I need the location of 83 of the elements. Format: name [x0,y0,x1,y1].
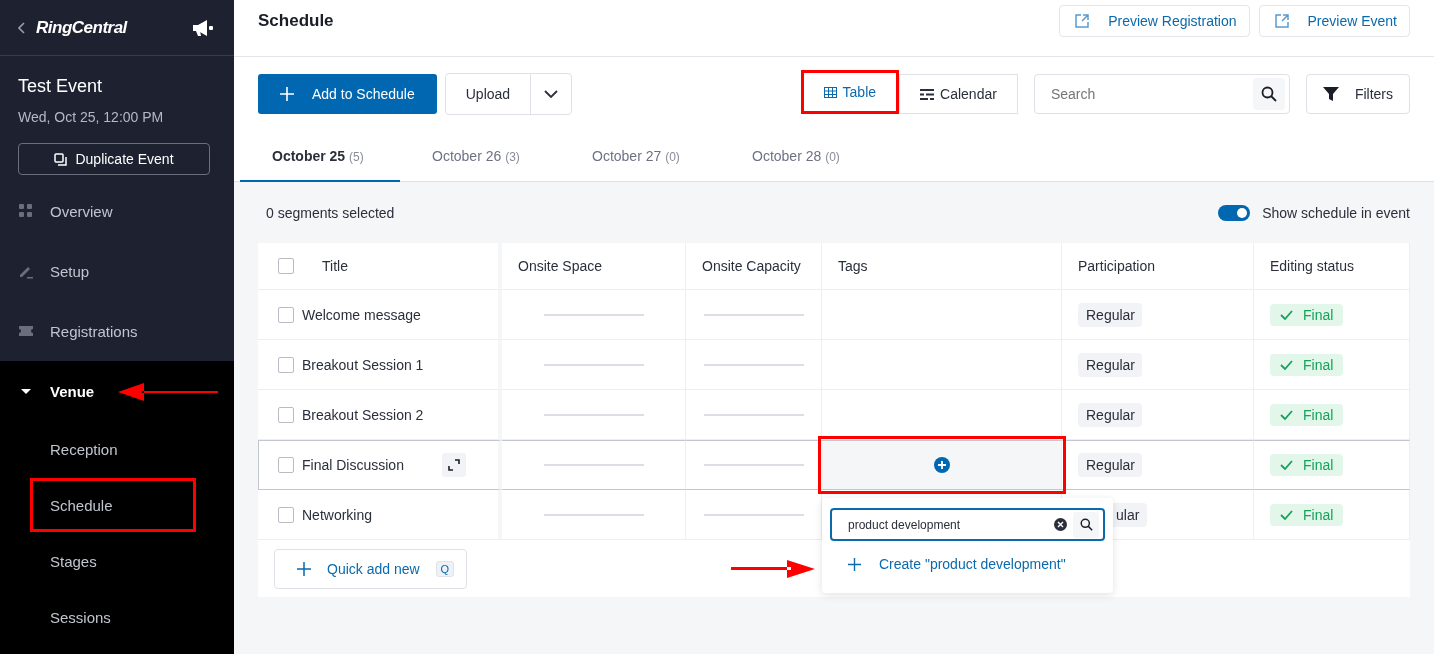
chevron-down-icon [544,90,559,98]
toggle-switch[interactable] [1218,204,1251,221]
quick-add-button[interactable]: Quick add new Q [274,548,468,589]
search-icon [1079,518,1093,531]
plus-icon [848,557,861,571]
selection-summary: 0 segments selected [266,204,395,221]
brand-logo: RingCentral [36,17,127,38]
add-to-schedule-button[interactable]: Add to Schedule [258,74,437,114]
plus-icon [280,87,294,101]
calendar-list-icon [920,88,935,100]
checkbox[interactable] [278,356,294,373]
check-icon [1280,509,1293,520]
row-title: Final Discussion [302,457,404,473]
date-tab[interactable]: October 27 (0) [560,132,720,182]
search-button[interactable] [1252,78,1285,110]
column-header[interactable]: Tags [838,258,868,274]
column-header[interactable]: Editing status [1270,258,1355,274]
external-link-icon [1273,13,1290,29]
event-title: Test Event [18,76,104,97]
status-badge: Final [1270,303,1344,326]
participation-tag: Regular [1078,402,1142,427]
ticket-icon [18,323,34,339]
column-header[interactable]: Onsite Capacity [702,258,801,274]
shortcut-key: Q [435,560,455,577]
date-tab[interactable]: October 26 (3) [400,132,560,182]
expand-button[interactable] [442,453,466,477]
duplicate-event-button[interactable]: Duplicate Event [18,143,210,175]
view-toggle-button[interactable]: Calendar [899,74,1018,114]
add-circle-icon[interactable] [933,457,950,473]
search-icon [1260,86,1277,102]
row-title: Breakout Session 2 [302,406,424,423]
check-icon [1280,359,1293,370]
preview-button[interactable]: Preview Event [1258,5,1410,37]
checkbox[interactable] [278,306,294,323]
table-icon [823,86,837,98]
filters-button[interactable]: Filters [1305,74,1410,114]
preview-button[interactable]: Preview Registration [1059,5,1250,37]
grid-icon [18,203,34,219]
tag-search-field[interactable]: product development [830,508,1105,541]
external-link-icon [1074,13,1091,29]
row-title: Welcome message [302,306,421,323]
participation-tag: Regular [1078,352,1142,377]
column-header[interactable]: Participation [1078,258,1156,274]
toggle-label: Show schedule in event [1262,204,1410,221]
nav-group[interactable]: Venue [0,361,234,421]
column-header[interactable]: Onsite Space [518,258,603,274]
checkbox[interactable] [278,457,294,473]
participation-tag: Regular [1078,302,1142,327]
search-button[interactable] [1073,511,1099,538]
event-date: Wed, Oct 25, 12:00 PM [18,109,165,125]
plus-icon [297,561,311,576]
expand-icon [448,459,460,471]
nav-item[interactable]: Reception [30,425,196,473]
view-toggle-button[interactable]: Table [800,70,900,114]
nav-item[interactable]: Schedule [30,478,196,532]
search-field[interactable]: Search [1033,74,1290,114]
check-icon [1280,460,1293,470]
nav-item[interactable]: Registrations [0,301,234,361]
check-icon [1280,309,1293,320]
check-icon [1280,409,1293,420]
status-badge: Final [1270,403,1344,426]
copy-icon [54,152,68,166]
clear-icon[interactable] [1054,518,1067,531]
nav-item[interactable]: Overview [0,181,234,241]
back-icon[interactable] [18,21,26,34]
row-title: Networking [302,506,373,523]
filter-icon [1322,86,1339,102]
checkbox[interactable] [278,258,294,274]
megaphone-icon[interactable] [192,18,214,37]
nav-item[interactable]: Sessions [30,593,196,641]
checkbox[interactable] [278,406,294,423]
status-badge: Final [1270,503,1344,526]
date-tab[interactable]: October 28 (0) [720,132,880,182]
column-header[interactable]: Title [322,258,348,274]
upload-button[interactable]: Upload [445,74,532,114]
nav-item[interactable]: Setup [0,241,234,301]
row-title: Breakout Session 1 [302,356,424,373]
nav-item[interactable]: Stages [30,537,196,585]
checkbox[interactable] [278,506,294,523]
page-title: Schedule [258,11,334,31]
status-badge: Final [1270,454,1344,476]
status-badge: Final [1270,353,1344,376]
participation-tag: Regular [1078,453,1142,477]
